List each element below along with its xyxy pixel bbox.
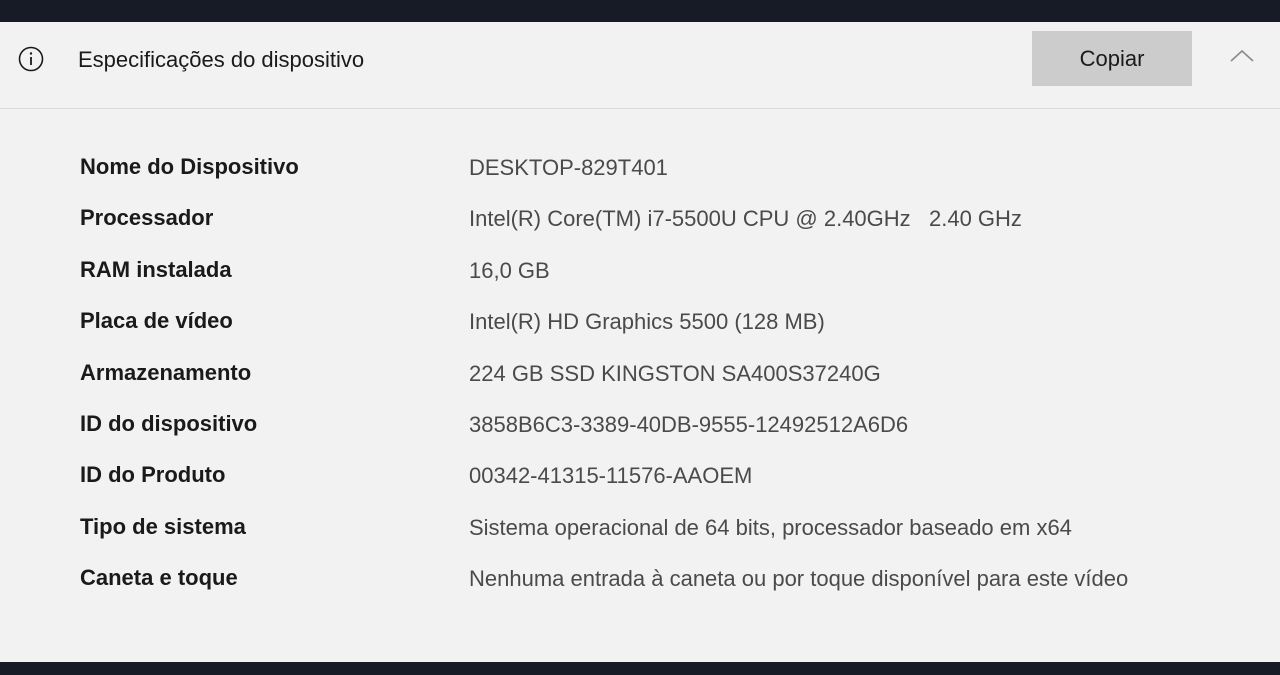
- copy-button[interactable]: Copiar: [1032, 31, 1192, 86]
- spec-row-processor: Processador Intel(R) Core(TM) i7-5500U C…: [0, 193, 1280, 244]
- spec-label: Caneta e toque: [80, 565, 238, 591]
- spec-label: Nome do Dispositivo: [80, 154, 299, 179]
- section-title: Especificações do dispositivo: [78, 47, 365, 72]
- device-specifications-panel: Especificações do dispositivo Copiar Nom…: [0, 22, 1280, 662]
- spec-label: Placa de vídeo: [80, 308, 233, 334]
- spec-value: 00342-41315-11576-AAOEM: [469, 463, 753, 489]
- spec-row-graphics: Placa de vídeo Intel(R) HD Graphics 5500…: [0, 296, 1280, 347]
- spec-value: 3858B6C3-3389-40DB-9555-12492512A6D6: [469, 411, 909, 437]
- section-header[interactable]: Especificações do dispositivo Copiar: [0, 22, 1280, 109]
- spec-value: 16,0 GB: [469, 257, 550, 283]
- spec-value: 224 GB SSD KINGSTON SA400S37240G: [469, 360, 881, 386]
- spec-label: RAM instalada: [80, 256, 232, 282]
- spec-row-product-id: ID do Produto 00342-41315-11576-AAOEM: [0, 450, 1280, 501]
- spec-label: Processador: [80, 205, 214, 231]
- spec-value: DESKTOP-829T401: [469, 155, 668, 180]
- spec-row-device-id: ID do dispositivo 3858B6C3-3389-40DB-955…: [0, 399, 1280, 450]
- spec-row-device-name: Nome do Dispositivo DESKTOP-829T401: [0, 142, 1280, 193]
- spec-value: Nenhuma entrada à caneta ou por toque di…: [469, 566, 1129, 592]
- spec-label: ID do dispositivo: [80, 410, 258, 436]
- spec-value: Sistema operacional de 64 bits, processa…: [469, 514, 1072, 540]
- spec-row-ram: RAM instalada 16,0 GB: [0, 245, 1280, 296]
- spec-row-storage: Armazenamento 224 GB SSD KINGSTON SA400S…: [0, 348, 1280, 399]
- spec-label: Armazenamento: [80, 359, 252, 385]
- specs-list: Nome do Dispositivo DESKTOP-829T401 Proc…: [0, 142, 1280, 625]
- chevron-up-icon[interactable]: [1228, 46, 1256, 66]
- spec-row-system-type: Tipo de sistema Sistema operacional de 6…: [0, 502, 1280, 553]
- spec-value: Intel(R) Core(TM) i7-5500U CPU @ 2.40GHz…: [469, 206, 1022, 232]
- spec-label: ID do Produto: [80, 462, 226, 488]
- spec-row-pen-touch: Caneta e toque Nenhuma entrada à caneta …: [0, 553, 1280, 625]
- spec-value: Intel(R) HD Graphics 5500 (128 MB): [469, 309, 825, 335]
- spec-label: Tipo de sistema: [80, 513, 246, 539]
- info-icon: [18, 46, 44, 72]
